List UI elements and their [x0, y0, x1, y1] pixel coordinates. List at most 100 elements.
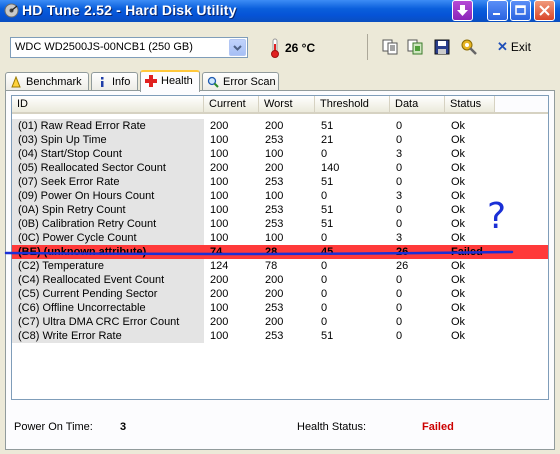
app-disk-icon	[4, 3, 19, 18]
minimize-button[interactable]	[487, 0, 508, 21]
table-row[interactable]: (04) Start/Stop Count 100 100 0 3 Ok	[12, 147, 548, 161]
cell-status: Ok	[451, 316, 466, 328]
cell-id: (01) Raw Read Error Rate	[12, 119, 204, 133]
dropdown-arrow[interactable]	[229, 39, 246, 56]
column-header-threshold[interactable]: Threshold	[315, 96, 390, 114]
health-panel: ID Current Worst Threshold Data Status (…	[5, 90, 555, 450]
tab-health-label: Health	[161, 75, 193, 87]
tab-benchmark[interactable]: Benchmark	[5, 72, 89, 91]
toolbar: WDC WD2500JS-00NCB1 (250 GB) 26 °C ✕ Exit	[0, 22, 560, 70]
cell-current: 124	[210, 260, 229, 272]
health-cross-icon	[145, 75, 157, 87]
table-row[interactable]: (C8) Write Error Rate 100 253 51 0 Ok	[12, 329, 548, 343]
cell-status: Ok	[451, 274, 466, 286]
maximize-button[interactable]	[510, 0, 531, 21]
options-icon[interactable]	[460, 38, 478, 56]
table-row[interactable]: (01) Raw Read Error Rate 200 200 51 0 Ok	[12, 119, 548, 133]
cell-threshold: 45	[321, 246, 334, 258]
table-row[interactable]: (C6) Offline Uncorrectable 100 253 0 0 Ok	[12, 301, 548, 315]
cell-threshold: 51	[321, 120, 334, 132]
health-status-value: Failed	[422, 421, 454, 433]
cell-status: Ok	[451, 204, 466, 216]
table-row[interactable]: (C2) Temperature 124 78 0 26 Ok	[12, 259, 548, 273]
table-row[interactable]: (BE) (unknown attribute) 74 28 45 26 Failed	[12, 245, 548, 259]
cell-id: (03) Spin Up Time	[12, 133, 204, 147]
table-row[interactable]: (09) Power On Hours Count 100 100 0 3 Ok	[12, 189, 548, 203]
cell-data: 3	[396, 148, 403, 160]
column-header-status[interactable]: Status	[445, 96, 495, 114]
table-row[interactable]: (07) Seek Error Rate 100 253 51 0 Ok	[12, 175, 548, 189]
cell-data: 0	[396, 134, 403, 146]
exit-button[interactable]: ✕ Exit	[497, 39, 531, 57]
table-row[interactable]: (0A) Spin Retry Count 100 253 51 0 Ok	[12, 203, 548, 217]
cell-id: (C6) Offline Uncorrectable	[12, 301, 204, 315]
tab-info[interactable]: Info	[91, 72, 138, 91]
cell-status: Ok	[451, 232, 466, 244]
cell-status: Failed	[451, 246, 483, 258]
cell-id: (BE) (unknown attribute)	[18, 246, 147, 258]
cell-threshold: 0	[321, 190, 328, 202]
column-header-worst[interactable]: Worst	[259, 96, 315, 114]
cell-status: Ok	[451, 260, 466, 272]
cell-id: (04) Start/Stop Count	[12, 147, 204, 161]
window-title: HD Tune 2.52 - Hard Disk Utility	[22, 2, 237, 18]
cell-id: (C7) Ultra DMA CRC Error Count	[12, 315, 204, 329]
table-row[interactable]: (C7) Ultra DMA CRC Error Count 200 200 0 0 Ok	[12, 315, 548, 329]
cell-worst: 100	[265, 232, 284, 244]
cell-threshold: 0	[321, 288, 328, 300]
table-row[interactable]: (0B) Calibration Retry Count 100 253 51 0 Ok	[12, 217, 548, 231]
cell-data: 0	[396, 204, 403, 216]
save-icon[interactable]	[433, 38, 451, 56]
column-header-current[interactable]: Current	[204, 96, 259, 114]
exit-icon: ✕	[497, 39, 508, 54]
cell-worst: 253	[265, 134, 284, 146]
copy-screenshot-icon[interactable]	[406, 38, 424, 56]
cell-id: (C4) Reallocated Event Count	[12, 273, 204, 287]
download-arrow-icon	[457, 5, 468, 16]
cell-threshold: 51	[321, 218, 334, 230]
column-header-id[interactable]: ID	[12, 96, 204, 114]
magnifier-icon	[207, 76, 219, 88]
table-row[interactable]: (03) Spin Up Time 100 253 21 0 Ok	[12, 133, 548, 147]
close-icon	[539, 5, 550, 16]
pin-button[interactable]	[452, 0, 473, 21]
cell-threshold: 0	[321, 232, 328, 244]
cell-id: (C5) Current Pending Sector	[12, 287, 204, 301]
cell-worst: 253	[265, 218, 284, 230]
copy-text-icon[interactable]	[381, 38, 399, 56]
cell-status: Ok	[451, 120, 466, 132]
smart-attribute-table[interactable]: ID Current Worst Threshold Data Status (…	[11, 95, 549, 400]
cell-data: 0	[396, 176, 403, 188]
benchmark-icon	[11, 76, 21, 88]
cell-status: Ok	[451, 190, 466, 202]
table-row[interactable]: (05) Reallocated Sector Count 200 200 140 0 O…	[12, 161, 548, 175]
table-row[interactable]: (0C) Power Cycle Count 100 100 0 3 Ok	[12, 231, 548, 245]
cell-data: 3	[396, 190, 403, 202]
table-row[interactable]: (C5) Current Pending Sector 200 200 0 0 Ok	[12, 287, 548, 301]
cell-threshold: 0	[321, 148, 328, 160]
cell-id: (C2) Temperature	[12, 259, 204, 273]
cell-current: 200	[210, 288, 229, 300]
drive-select[interactable]: WDC WD2500JS-00NCB1 (250 GB)	[10, 37, 248, 58]
tab-error-scan[interactable]: Error Scan	[202, 72, 279, 91]
table-header: ID Current Worst Threshold Data Status	[12, 96, 548, 114]
cell-status: Ok	[451, 288, 466, 300]
cell-worst: 200	[265, 288, 284, 300]
tab-error-scan-label: Error Scan	[223, 76, 276, 88]
cell-status: Ok	[451, 330, 466, 342]
cell-data: 0	[396, 288, 403, 300]
column-header-data[interactable]: Data	[390, 96, 445, 114]
tab-health[interactable]: Health	[140, 70, 200, 92]
cell-data: 26	[396, 260, 409, 272]
close-button[interactable]	[534, 0, 555, 21]
title-bar[interactable]: HD Tune 2.52 - Hard Disk Utility	[0, 0, 560, 22]
cell-current: 100	[210, 176, 229, 188]
cell-data: 0	[396, 302, 403, 314]
cell-current: 74	[210, 246, 223, 258]
cell-worst: 253	[265, 204, 284, 216]
table-row[interactable]: (C4) Reallocated Event Count 200 200 0 0 Ok	[12, 273, 548, 287]
cell-current: 200	[210, 120, 229, 132]
cell-current: 100	[210, 232, 229, 244]
cell-data: 26	[396, 246, 409, 258]
column-header-filler	[495, 96, 548, 114]
